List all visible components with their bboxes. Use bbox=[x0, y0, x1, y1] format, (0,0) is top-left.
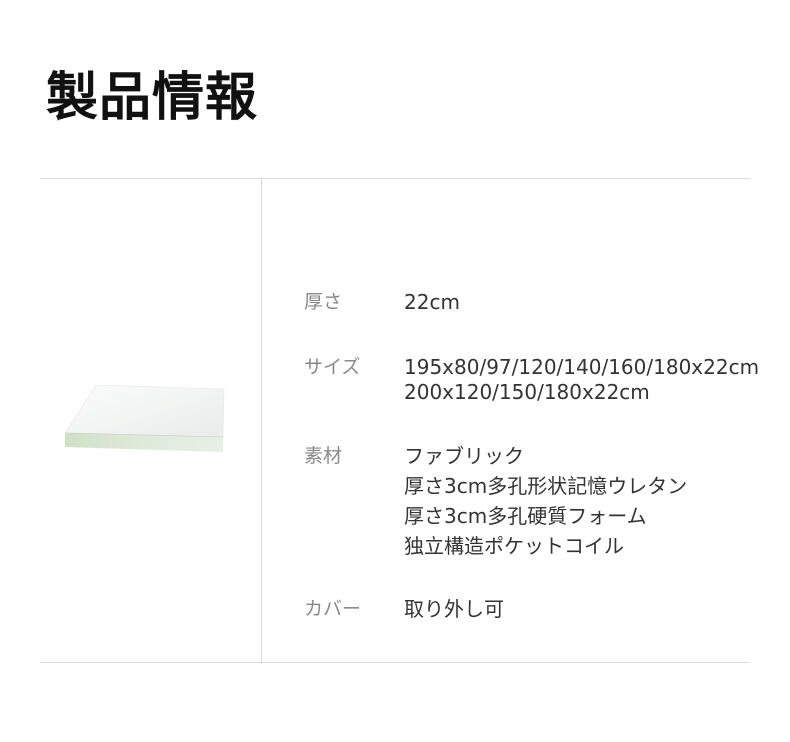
spec-values: 195x80/97/120/140/160/180x22cm 200x120/1… bbox=[404, 355, 774, 405]
spec-label: サイズ bbox=[304, 356, 361, 378]
table-bottom-divider bbox=[40, 662, 750, 663]
spec-value: 200x120/150/180x22cm bbox=[404, 380, 650, 404]
mattress-top-surface bbox=[64, 384, 225, 438]
table-top-divider bbox=[40, 178, 750, 179]
spec-value: 厚さ3cm多孔形状記憶ウレタン bbox=[404, 474, 688, 498]
table-column-divider bbox=[261, 178, 262, 663]
spec-value: ファブリック bbox=[404, 444, 524, 468]
spec-value: 独立構造ポケットコイル bbox=[404, 534, 624, 558]
page-title: 製品情報 bbox=[46, 68, 259, 128]
spec-value: 195x80/97/120/140/160/180x22cm bbox=[404, 355, 760, 379]
spec-value: 厚さ3cm多孔硬質フォーム bbox=[404, 504, 647, 528]
mattress-product-image bbox=[64, 384, 225, 452]
spec-value: 取り外し可 bbox=[404, 597, 504, 621]
spec-label: 素材 bbox=[304, 445, 343, 467]
spec-values: ファブリック 厚さ3cm多孔形状記憶ウレタン 厚さ3cm多孔硬質フォーム 独立構… bbox=[404, 441, 774, 561]
spec-value: 22cm bbox=[404, 290, 460, 314]
spec-label: カバー bbox=[304, 598, 362, 620]
spec-values: 取り外し可 bbox=[404, 594, 774, 624]
spec-values: 22cm bbox=[404, 287, 774, 317]
spec-label: 厚さ bbox=[304, 291, 343, 313]
